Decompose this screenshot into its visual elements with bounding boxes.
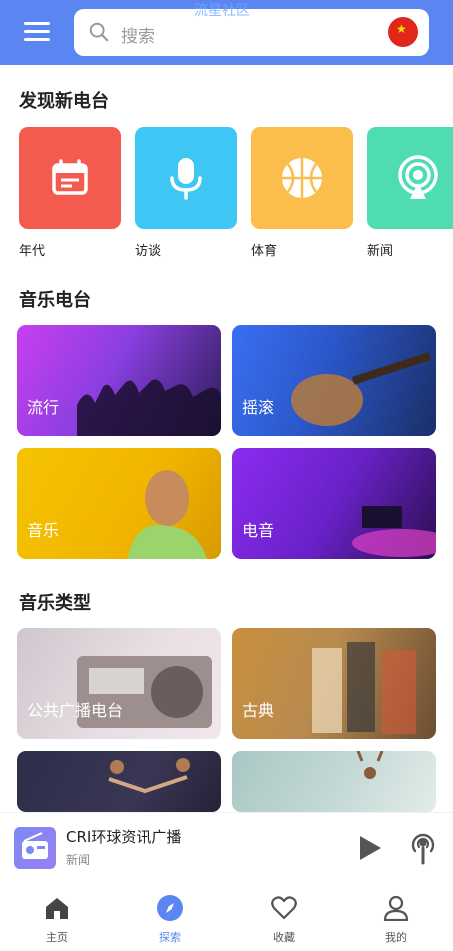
concert-image	[356, 751, 384, 779]
tab-favorites[interactable]: 收藏	[244, 883, 324, 951]
section-title-discover: 发现新电台	[19, 91, 109, 112]
music-tile-electronic[interactable]: 电音	[232, 448, 436, 559]
tab-profile[interactable]: 我的	[356, 883, 436, 951]
tab-explore[interactable]: 探索	[130, 883, 210, 951]
now-playing-subtitle: 新闻	[66, 853, 91, 867]
category-label: 体育	[251, 244, 278, 259]
singer-image	[127, 470, 207, 559]
genre-tile-concert[interactable]	[232, 751, 436, 812]
search-box[interactable]: 流星社区 搜索 ★	[74, 3, 429, 56]
dj-image	[352, 506, 436, 557]
category-label: 新闻	[367, 244, 394, 259]
genre-tile-classical[interactable]: 古典	[232, 628, 436, 739]
search-input[interactable]: 搜索	[121, 22, 155, 47]
tile-label: 古典	[242, 701, 275, 720]
play-icon[interactable]	[358, 835, 382, 861]
genre-tile-dance[interactable]	[17, 751, 221, 812]
tile-label: 公共广播电台	[27, 701, 124, 720]
radio-image	[77, 656, 212, 728]
mini-player[interactable]: CRI环球资讯广播 新闻	[0, 812, 453, 881]
genre-tile-public-radio[interactable]: 公共广播电台	[17, 628, 221, 739]
radio-icon	[22, 832, 48, 859]
category-interview[interactable]	[135, 127, 237, 229]
now-playing-title: CRI环球资讯广播	[66, 828, 182, 846]
calendar-icon	[52, 159, 88, 195]
records-image	[312, 642, 416, 734]
tile-label: 摇滚	[242, 398, 275, 417]
music-tile-music[interactable]: 音乐	[17, 448, 221, 559]
overlay-text: 流星社区	[194, 3, 250, 19]
compass-icon	[157, 895, 183, 921]
tab-label: 探索	[159, 931, 181, 944]
dancers-image	[108, 758, 190, 794]
heart-icon	[271, 896, 297, 920]
tile-label: 流行	[27, 398, 60, 417]
music-tile-rock[interactable]: 摇滚	[232, 325, 436, 436]
home-icon	[46, 898, 68, 919]
basketball-icon	[282, 158, 322, 198]
category-label: 访谈	[135, 244, 162, 259]
music-tile-pop[interactable]: 流行	[17, 325, 221, 436]
category-label: 年代	[19, 244, 46, 259]
section-title-music-types: 音乐类型	[19, 593, 91, 614]
section-title-music-radio: 音乐电台	[19, 290, 91, 311]
menu-icon[interactable]	[24, 22, 50, 42]
tab-label: 收藏	[273, 931, 295, 944]
category-era[interactable]	[19, 127, 121, 229]
tab-home[interactable]: 主页	[17, 883, 97, 951]
station-artwork	[14, 827, 56, 869]
category-sports[interactable]	[251, 127, 353, 229]
tile-label: 音乐	[27, 521, 60, 540]
tab-label: 我的	[385, 931, 407, 944]
search-icon	[89, 22, 109, 42]
category-news[interactable]	[367, 127, 453, 229]
crowd-image	[77, 379, 221, 436]
guitar-image	[291, 352, 431, 426]
broadcast-icon	[398, 155, 438, 199]
podcast-icon[interactable]	[410, 831, 436, 865]
tab-label: 主页	[46, 931, 68, 944]
user-icon	[383, 895, 409, 921]
china-flag-icon[interactable]: ★	[388, 17, 418, 47]
tile-label: 电音	[242, 521, 275, 540]
bottom-tab-bar: 主页 探索 收藏 我的	[0, 883, 453, 951]
microphone-icon	[170, 158, 202, 200]
top-bar: 流星社区 搜索 ★	[0, 0, 453, 65]
